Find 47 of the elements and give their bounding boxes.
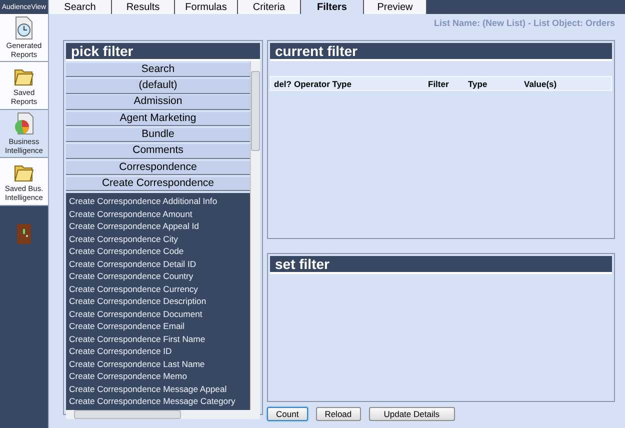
field-item[interactable]: Create Correspondence Country [69, 270, 247, 283]
field-item[interactable]: Create Correspondence First Name [69, 332, 247, 346]
tab[interactable]: Criteria [238, 0, 301, 14]
field-item[interactable]: Create Correspondence Message Appeal [69, 382, 247, 396]
field-item[interactable]: Create Correspondence Currency [69, 282, 247, 296]
column-header: Filter [427, 78, 450, 88]
field-item[interactable]: Create Correspondence Email [69, 320, 247, 333]
tab[interactable]: Preview [364, 0, 427, 14]
field-item[interactable]: Create Correspondence City [69, 232, 247, 246]
tab[interactable]: Search [49, 0, 112, 14]
exit-door-icon[interactable] [17, 224, 31, 244]
field-item[interactable]: Create Correspondence Description [69, 295, 247, 308]
tab[interactable]: Filters [301, 0, 364, 14]
column-header: Operator Type [293, 78, 352, 88]
panel-title: current filter [270, 43, 612, 61]
field-item[interactable]: Create Correspondence Additional Info [69, 195, 247, 208]
list-info: List Name: (New List) - List Object: Orders [432, 17, 616, 30]
category-button[interactable]: Admission [66, 95, 250, 110]
panel-title: pick filter [66, 43, 260, 61]
field-item[interactable]: Create Correspondence Document [69, 308, 247, 320]
field-item[interactable]: Create Correspondence Memo [69, 370, 247, 383]
field-item[interactable]: Create Correspondence ID [69, 345, 247, 358]
clock-document-icon [13, 16, 35, 40]
field-item[interactable]: Create Correspondence Appeal Id [69, 220, 247, 233]
category-button[interactable]: Search [66, 62, 250, 78]
tab[interactable]: Formulas [175, 0, 238, 14]
category-button[interactable]: Comments [66, 144, 250, 159]
vertical-scrollbar[interactable] [250, 61, 260, 410]
category-button[interactable]: (default) [66, 79, 250, 94]
action-button[interactable]: Reload [316, 407, 361, 421]
field-item[interactable]: Create Correspondence Amount [69, 208, 247, 220]
category-button[interactable]: Agent Marketing [66, 112, 250, 126]
panel-title: set filter [270, 256, 612, 274]
field-item[interactable]: Create Correspondence Last Name [69, 358, 247, 370]
action-button[interactable]: Count [267, 407, 308, 421]
pie-chart-document-icon [13, 112, 35, 136]
column-header: del? [273, 78, 291, 88]
field-item[interactable]: Create Correspondence Detail ID [69, 258, 247, 270]
category-button[interactable]: Create Correspondence [66, 176, 250, 192]
action-button[interactable]: Update Details [368, 407, 455, 421]
column-header: Value(s) [523, 78, 558, 88]
category-button[interactable]: Correspondence [66, 160, 250, 176]
field-item[interactable]: Create Correspondence Message Category [69, 395, 247, 408]
tab[interactable]: Results [112, 0, 175, 14]
category-button[interactable]: Bundle [66, 128, 250, 142]
column-header: Type [467, 78, 488, 88]
field-item[interactable]: Create Correspondence Code [69, 245, 247, 258]
